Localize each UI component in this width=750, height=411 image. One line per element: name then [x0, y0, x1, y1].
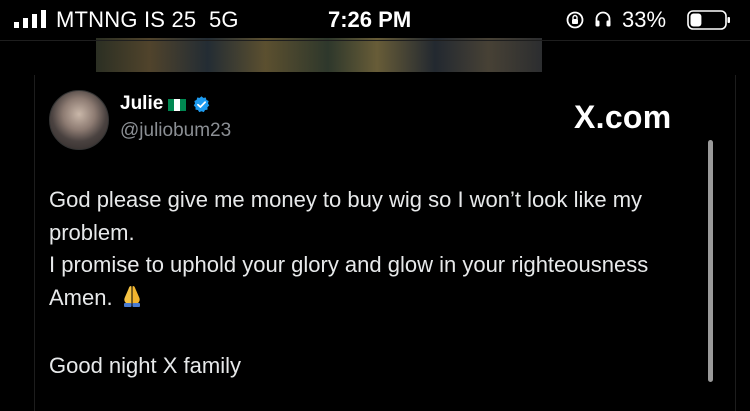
x-brand-watermark: X.com — [574, 99, 672, 135]
carrier-label: MTNNG IS 25 5G — [56, 7, 239, 33]
headphones-icon — [595, 11, 611, 27]
status-divider — [0, 40, 750, 41]
orientation-lock-icon — [566, 11, 584, 29]
network-type: 5G — [208, 7, 239, 32]
tweet-footer-line: Good night X family — [49, 353, 241, 378]
tweet-media-image[interactable] — [96, 38, 542, 72]
display-name[interactable]: Julie — [120, 93, 163, 115]
folded-hands-emoji-icon — [123, 285, 140, 307]
battery-percent: 33% — [622, 7, 667, 32]
avatar[interactable] — [49, 90, 109, 150]
user-handle[interactable]: @juliobum23 — [120, 120, 231, 142]
status-bar: MTNNG IS 25 5G 7:26 PM 33% — [0, 0, 750, 40]
verified-badge-icon — [193, 96, 210, 113]
scrollbar[interactable] — [708, 140, 713, 382]
signal-icon — [14, 10, 46, 28]
battery-icon — [687, 10, 730, 30]
clock: 7:26 PM — [328, 7, 412, 32]
tweet-text: God please give me money to buy wig so I… — [49, 184, 714, 314]
carrier-name: MTNNG IS 25 — [56, 7, 197, 32]
nigeria-flag-icon — [168, 99, 186, 111]
